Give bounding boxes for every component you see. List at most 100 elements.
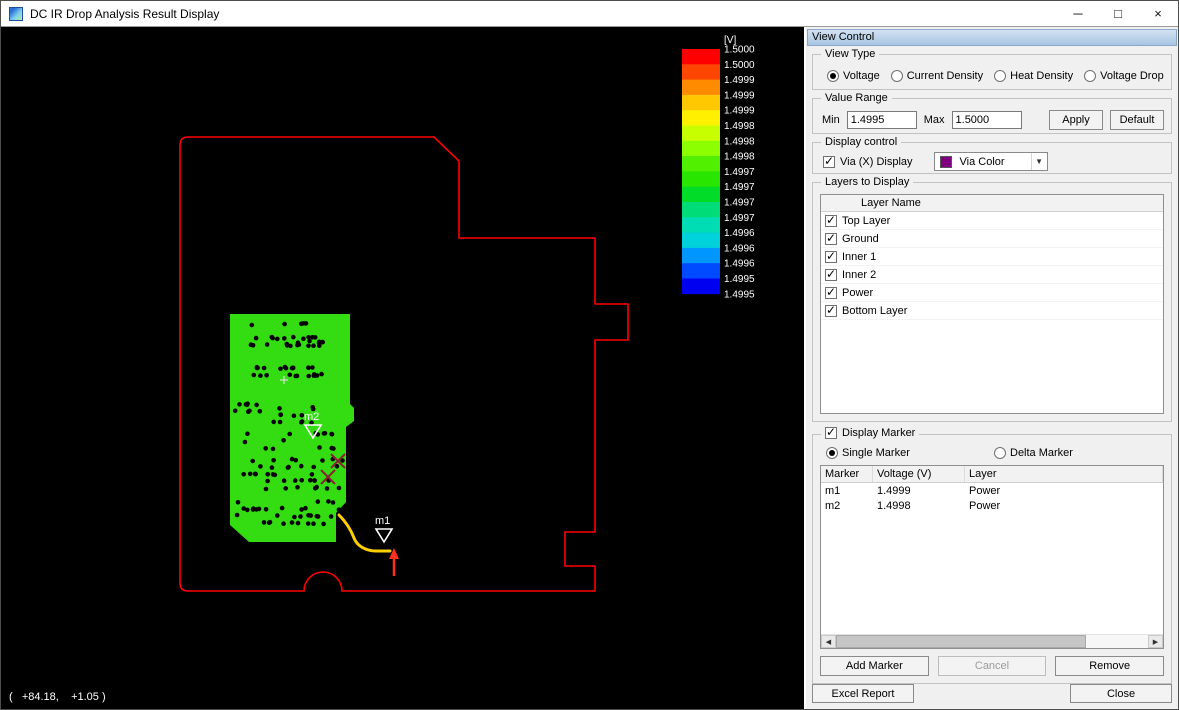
default-button[interactable]: Default xyxy=(1110,110,1164,130)
legend-color-step xyxy=(682,187,720,203)
coordinates-readout: ( +84.18, +1.05 ) xyxy=(9,691,106,703)
layer-row-inner-1[interactable]: Inner 1 xyxy=(821,248,1163,266)
apply-button[interactable]: Apply xyxy=(1049,110,1103,130)
layer-checkbox[interactable] xyxy=(825,233,837,245)
marker-cell-voltage: 1.4998 xyxy=(873,498,965,513)
legend-color-step xyxy=(682,49,720,65)
layer-label: Inner 2 xyxy=(842,269,876,281)
layers-group: Layers to Display Layer Name Top LayerGr… xyxy=(812,182,1172,422)
legend-tick-label: 1.4997 xyxy=(724,167,755,178)
close-panel-button[interactable]: Close xyxy=(1070,684,1172,703)
legend-tick-label: 1.4997 xyxy=(724,198,755,209)
layer-row-top-layer[interactable]: Top Layer xyxy=(821,212,1163,230)
radio-label: Heat Density xyxy=(1010,70,1073,82)
legend-tick-label: 1.4995 xyxy=(724,289,755,300)
layer-label: Top Layer xyxy=(842,215,890,227)
via-color-swatch xyxy=(940,156,952,168)
marker-cell-layer: Power xyxy=(965,483,1163,498)
legend-tick-label: 1.4999 xyxy=(724,75,755,86)
scroll-track[interactable] xyxy=(836,635,1148,648)
layer-checkbox[interactable] xyxy=(825,251,837,263)
maximize-button[interactable]: □ xyxy=(1098,1,1138,26)
radio-icon xyxy=(994,70,1006,82)
legend-tick-label: 1.4996 xyxy=(724,243,755,254)
group-title: Layers to Display xyxy=(821,176,913,188)
legend-color-step xyxy=(682,95,720,111)
marker-table-filler xyxy=(821,513,1163,634)
probe-marker-label: m1 xyxy=(375,515,390,527)
scroll-right-arrow[interactable]: ▶ xyxy=(1148,635,1163,648)
layer-row-inner-2[interactable]: Inner 2 xyxy=(821,266,1163,284)
legend-tick-label: 1.5000 xyxy=(724,45,755,56)
marker-row-m1[interactable]: m11.4999Power xyxy=(821,483,1163,498)
max-range-input[interactable] xyxy=(952,111,1022,129)
layer-row-power[interactable]: Power xyxy=(821,284,1163,302)
radio-label: Voltage Drop xyxy=(1100,70,1164,82)
group-title: Value Range xyxy=(821,92,892,104)
min-range-input[interactable] xyxy=(847,111,917,129)
view-type-option-heat-density[interactable]: Heat Density xyxy=(994,70,1073,82)
layer-row-ground[interactable]: Ground xyxy=(821,230,1163,248)
layer-checkbox[interactable] xyxy=(825,215,837,227)
display-control-group: Display control Via (X) Display Via Colo… xyxy=(812,142,1172,174)
minimize-button[interactable]: ─ xyxy=(1058,1,1098,26)
marker-table: MarkerVoltage (V)Layer m11.4999Powerm21.… xyxy=(820,465,1164,649)
display-marker-checkbox[interactable] xyxy=(825,427,837,439)
layer-checkbox[interactable] xyxy=(825,269,837,281)
cancel-button[interactable]: Cancel xyxy=(938,656,1047,676)
radio-icon xyxy=(891,70,903,82)
legend-tick-label: 1.4999 xyxy=(724,90,755,101)
excel-report-button[interactable]: Excel Report xyxy=(812,684,914,703)
legend-tick-label: 1.4998 xyxy=(724,121,755,132)
close-button[interactable]: × xyxy=(1138,1,1178,26)
scroll-left-arrow[interactable]: ◀ xyxy=(821,635,836,648)
value-range-row: Min Max Apply Default xyxy=(813,99,1171,133)
marker-cell-id: m2 xyxy=(821,498,873,513)
layer-row-bottom-layer[interactable]: Bottom Layer xyxy=(821,302,1163,320)
radio-label: Single Marker xyxy=(842,447,910,459)
title-bar: DC IR Drop Analysis Result Display ─ □ × xyxy=(1,1,1178,27)
layer-checkbox[interactable] xyxy=(825,287,837,299)
layer-label: Inner 1 xyxy=(842,251,876,263)
layer-checkbox[interactable] xyxy=(825,305,837,317)
legend-color-step xyxy=(682,141,720,157)
radio-icon xyxy=(1084,70,1096,82)
marker-mode-single-marker[interactable]: Single Marker xyxy=(826,447,994,459)
scroll-thumb[interactable] xyxy=(836,635,1086,648)
view-type-option-voltage-drop[interactable]: Voltage Drop xyxy=(1084,70,1164,82)
legend-unit-label: [V] xyxy=(724,35,736,46)
radio-icon xyxy=(994,447,1006,459)
app-icon xyxy=(9,7,23,21)
marker-row-m2[interactable]: m21.4998Power xyxy=(821,498,1163,513)
view-type-option-current-density[interactable]: Current Density xyxy=(891,70,983,82)
radio-label: Delta Marker xyxy=(1010,447,1073,459)
chevron-down-icon[interactable]: ▼ xyxy=(1031,153,1047,170)
layer-label: Ground xyxy=(842,233,879,245)
legend-color-step xyxy=(682,248,720,264)
probe-marker-label: m2 xyxy=(304,411,319,423)
via-color-dropdown[interactable]: Via Color ▼ xyxy=(934,152,1048,171)
legend-tick-label: 1.5000 xyxy=(724,60,755,71)
remove-button[interactable]: Remove xyxy=(1055,656,1164,676)
legend-color-step xyxy=(682,110,720,126)
legend-color-step xyxy=(682,171,720,187)
analysis-canvas[interactable]: m2m1 1.50001.50001.49991.49991.49991.499… xyxy=(1,27,804,709)
marker-mode-delta-marker[interactable]: Delta Marker xyxy=(994,447,1073,459)
display-marker-group: Display Marker Single MarkerDelta Marker… xyxy=(812,434,1172,684)
via-display-checkbox[interactable] xyxy=(823,156,835,168)
column-header-marker: Marker xyxy=(821,466,873,482)
legend-color-step xyxy=(682,64,720,80)
legend-tick-label: 1.4997 xyxy=(724,182,755,193)
view-control-panel: View Control View Type VoltageCurrent De… xyxy=(804,27,1178,709)
marker-buttons: Add Marker Cancel Remove xyxy=(820,656,1164,676)
panel-header: View Control xyxy=(807,29,1177,46)
layer-name-column-header: Layer Name xyxy=(821,197,921,209)
value-range-group: Value Range Min Max Apply Default xyxy=(812,98,1172,134)
marker-cell-layer: Power xyxy=(965,498,1163,513)
view-type-options: Voltage Current Density Heat Density Voltag… xyxy=(813,55,1171,89)
group-title: Display Marker xyxy=(821,427,919,439)
panel-footer: Excel Report Close xyxy=(812,684,1172,703)
view-type-option-voltage[interactable]: Voltage xyxy=(827,70,880,82)
add-marker-button[interactable]: Add Marker xyxy=(820,656,929,676)
layer-list-body: Top Layer Ground Inner 1 Inner 2 PowerBottom… xyxy=(821,212,1163,320)
